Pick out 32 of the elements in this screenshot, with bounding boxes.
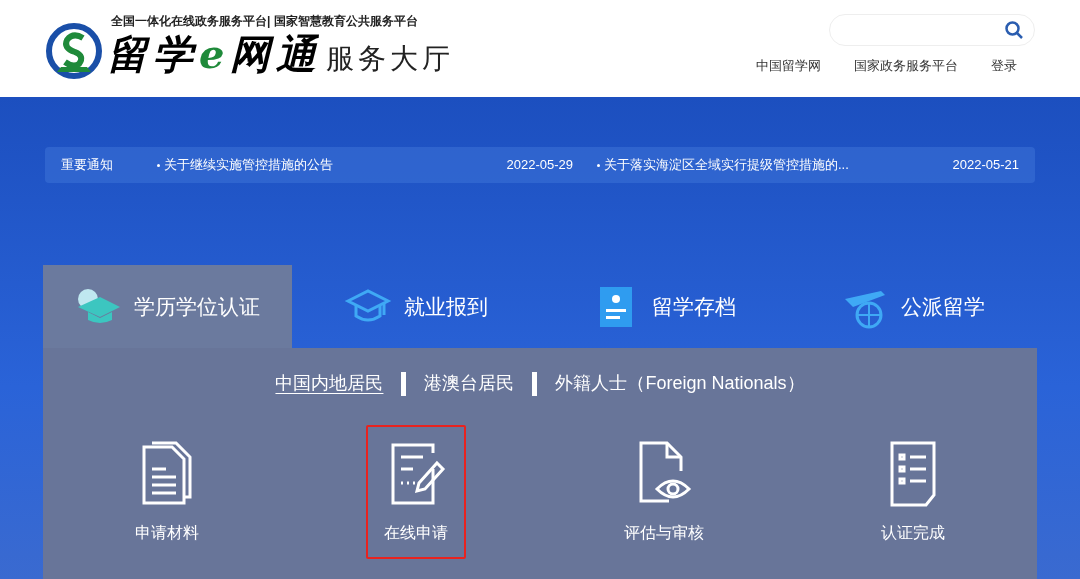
notice-date: 2022-05-29 xyxy=(506,156,573,175)
notice-label: 重要通知 xyxy=(61,156,114,175)
process-step[interactable]: 在线申请 xyxy=(365,425,466,559)
category-tab[interactable]: 学历学位认证 xyxy=(43,265,292,348)
step-label: 申请材料 xyxy=(135,523,200,543)
divider-bar xyxy=(401,371,407,396)
logo-icon xyxy=(45,22,103,80)
category-tab[interactable]: 就业报到 xyxy=(291,265,540,348)
notice-date: 2022-05-21 xyxy=(952,156,1019,175)
resident-tab[interactable]: 中国内地居民 xyxy=(275,370,384,397)
search-icon xyxy=(1004,20,1024,40)
process-step[interactable]: 认证完成 xyxy=(862,425,963,559)
bullet-icon xyxy=(597,163,600,167)
step-label: 评估与审核 xyxy=(624,523,705,543)
step-label: 在线申请 xyxy=(383,523,448,543)
tagline: 全国一体化在线政务服务平台| 国家智慧教育公共服务平台 xyxy=(111,13,419,30)
resident-tab[interactable]: 外籍人士（Foreign Nationals） xyxy=(555,370,805,397)
category-tab[interactable]: 留学存档 xyxy=(540,265,789,348)
header-link[interactable]: 中国留学网 xyxy=(756,56,821,76)
brand-subtitle: 服务大厅 xyxy=(326,42,455,76)
bullet-icon xyxy=(157,163,160,167)
category-tab[interactable]: 公派留学 xyxy=(788,265,1037,348)
step-label: 认证完成 xyxy=(880,523,945,543)
header-link[interactable]: 国家政务服务平台 xyxy=(854,56,958,76)
process-step[interactable]: 评估与审核 xyxy=(614,425,715,559)
resident-tab[interactable]: 港澳台居民 xyxy=(424,370,515,397)
notice-link[interactable]: 关于落实海淀区全域实行提级管控措施的... xyxy=(604,155,953,175)
notice-link[interactable]: 关于继续实施管控措施的公告 xyxy=(164,155,507,175)
brand-name: 留学e网通 xyxy=(107,30,323,78)
divider-bar xyxy=(532,371,538,396)
process-step[interactable]: 申请材料 xyxy=(117,425,218,559)
header-link[interactable]: 登录 xyxy=(991,56,1017,76)
